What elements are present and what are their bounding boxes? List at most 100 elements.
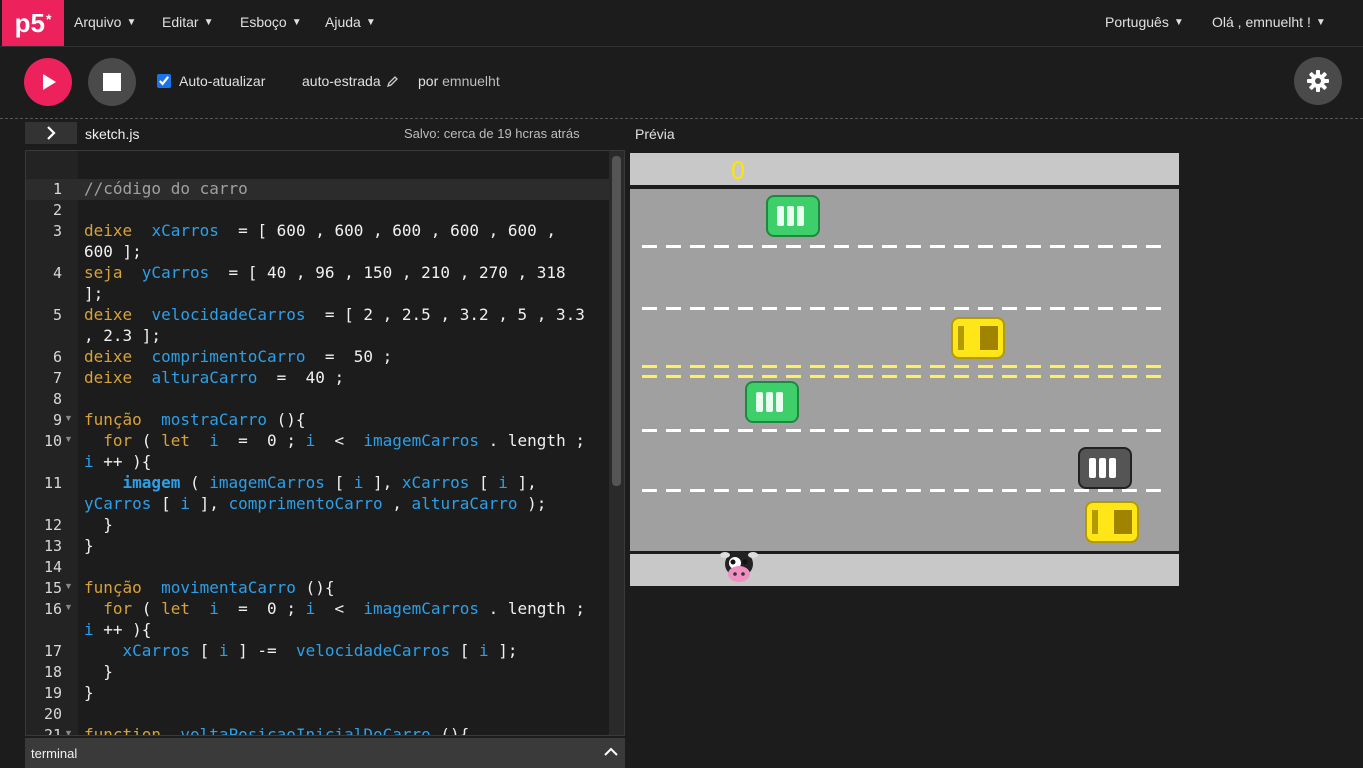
lane-dash [738,489,753,492]
line-number: 14 [43,558,62,576]
terminal-bar[interactable]: terminal [25,738,625,768]
chevron-right-icon [47,126,56,140]
lane-dash [714,365,729,368]
lane-dash [1026,245,1041,248]
code-editor[interactable]: 1 //código do carro 2 3 deixe xCarros = [ 60… [25,150,625,736]
menu-ajuda[interactable]: Ajuda ▼ [325,14,376,30]
lane-dash [834,489,849,492]
lane-dash [738,365,753,368]
menu-arquivo[interactable]: Arquivo ▼ [74,14,136,30]
menu-editar[interactable]: Editar ▼ [162,14,213,30]
sketch-name[interactable]: auto-estrada [302,73,399,89]
code-text: yCarros [ i ], comprimentoCarro , altura… [84,494,547,513]
code-line: i ++ ){ [26,452,609,473]
auto-refresh-toggle[interactable]: Auto-atualizar [157,73,265,89]
lane-dash [786,245,801,248]
line-number: 8 [52,390,62,408]
lane-dash [642,307,657,310]
lane-dash [882,307,897,310]
lane-dash [666,307,681,310]
line-number: 5 [52,306,62,324]
lane-dash [666,375,681,378]
fold-arrow-icon[interactable]: ▼ [64,434,73,444]
code-line: 3 deixe xCarros = [ 600 , 600 , 600 , 600… [26,221,609,242]
fold-arrow-icon[interactable]: ▼ [64,728,73,735]
lane-dash [954,489,969,492]
top-nav: p5 * Arquivo ▼ Editar ▼ Esboço ▼ Ajuda ▼ Port… [0,0,1363,47]
settings-button[interactable] [1294,57,1342,105]
lane-dash [690,245,705,248]
fold-arrow-icon[interactable]: ▼ [64,413,73,423]
code-line: 19} [26,683,609,704]
code-text: imagem ( imagemCarros [ i ], xCarros [ i… [122,473,537,492]
author-link[interactable]: emnuelht [442,73,500,89]
lane-dash [690,375,705,378]
lane-dash [1146,375,1161,378]
language-menu[interactable]: Português ▼ [1105,14,1184,30]
chevron-up-icon[interactable] [603,744,619,760]
play-button[interactable] [24,58,72,106]
lane-dash [762,429,777,432]
fold-arrow-icon[interactable]: ▼ [64,581,73,591]
code-text: deixe xCarros = [ 600 , 600 , 600 , 600 … [84,221,557,240]
auto-refresh-checkbox[interactable] [157,74,171,88]
top-sidewalk [630,153,1179,185]
code-line: 11 imagem ( imagemCarros [ i ], xCarros … [26,473,609,494]
code-line: 15 ▼ função movimentaCarro (){ [26,578,609,599]
toolbar: Auto-atualizar auto-estrada por emnuelht [0,47,1363,119]
auto-refresh-label: Auto-atualizar [179,73,266,89]
lane-dash [930,489,945,492]
fold-arrow-icon[interactable]: ▼ [64,602,73,612]
p5-logo[interactable]: p5 * [2,0,64,46]
line-number: 12 [43,516,62,534]
code-line: yCarros [ i ], comprimentoCarro , altura… [26,494,609,515]
lane-dash [738,429,753,432]
sidebar-toggle-button[interactable] [25,122,77,144]
code-line: 600 ]; [26,242,609,263]
lane-dash [954,307,969,310]
code-line: 13} [26,536,609,557]
code-line: 10 ▼ for ( let i = 0 ; i < imagemCarros .… [26,431,609,452]
lane-dash [858,489,873,492]
lane-dash [1026,365,1041,368]
lane-dash [1050,245,1065,248]
lane-dash [642,429,657,432]
stop-button[interactable] [88,58,136,106]
user-menu[interactable]: Olá , emnuelht ! ▼ [1212,14,1326,30]
sketch-preview-canvas[interactable]: 0 [630,153,1179,586]
editor-scrollbar-thumb[interactable] [612,156,621,486]
line-number: 19 [43,684,62,702]
lane-dash [810,245,825,248]
lane-dash [1050,365,1065,368]
menu-esboco[interactable]: Esboço ▼ [240,14,302,30]
caret-down-icon: ▼ [291,16,302,28]
lane-dash [978,429,993,432]
lane-dash [858,245,873,248]
lane-dash [930,365,945,368]
lane-dash [882,375,897,378]
line-number: 2 [52,201,62,219]
code-text: deixe comprimentoCarro = 50 ; [84,347,393,366]
pencil-icon[interactable] [386,75,399,87]
lane-dash [978,489,993,492]
lane-dash [810,429,825,432]
lane-dash [810,489,825,492]
lane-dash [762,307,777,310]
lane-dash [762,245,777,248]
lane-dash [858,365,873,368]
line-number: 17 [43,642,62,660]
code-line: 2 [26,200,609,221]
lane-dash [834,429,849,432]
lane-dash [906,365,921,368]
lane-dash [666,429,681,432]
lane-dash [1074,365,1089,368]
file-tab-sketch[interactable]: sketch.js [85,126,139,142]
code-line: 4 seja yCarros = [ 40 , 96 , 150 , 210 , … [26,263,609,284]
code-text: xCarros [ i ] -= velocidadeCarros [ i ]; [122,641,518,660]
lane-dash [786,365,801,368]
lane-dash [1026,307,1041,310]
lane-dash [834,375,849,378]
code-text: } [84,662,113,681]
lane-dash [906,307,921,310]
lane-dash [882,365,897,368]
